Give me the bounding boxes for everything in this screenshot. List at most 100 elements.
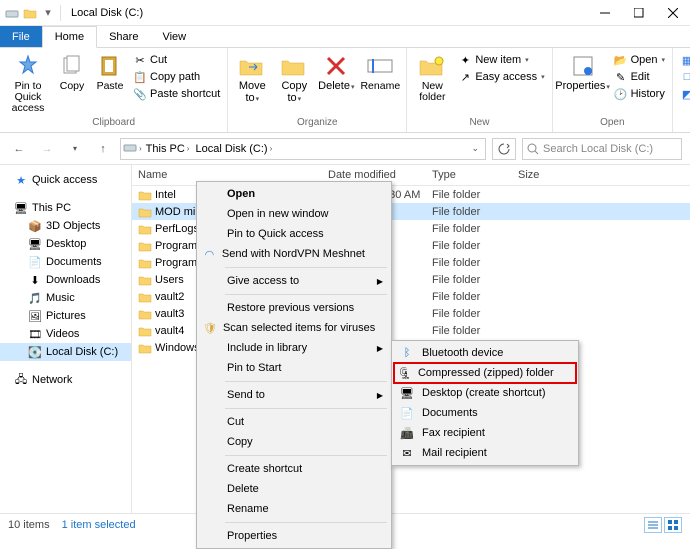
drive-icon xyxy=(4,5,20,21)
fax-icon: 📠 xyxy=(398,425,416,441)
col-size[interactable]: Size xyxy=(518,169,578,181)
pc-icon: 🖥 xyxy=(14,201,28,215)
file-type: File folder xyxy=(432,240,518,252)
tab-home[interactable]: Home xyxy=(42,26,97,48)
nav-item-label: Music xyxy=(46,292,75,304)
file-type: File folder xyxy=(432,257,518,269)
nav-item-label: Desktop xyxy=(46,238,86,250)
pin-quick-access-button[interactable]: Pin to Quick access xyxy=(4,50,52,114)
status-item-count: 10 items xyxy=(8,519,50,531)
select-none-icon: □ xyxy=(680,70,690,84)
paste-button[interactable]: Paste xyxy=(92,50,128,92)
edit-button[interactable]: ✎Edit xyxy=(611,69,668,85)
nav-item-label: Videos xyxy=(46,328,79,340)
col-name[interactable]: Name xyxy=(138,169,328,181)
sendto-documents[interactable]: 📄Documents xyxy=(394,403,576,423)
nordvpn-icon: ◠ xyxy=(203,246,216,262)
invert-selection-button[interactable]: ◩Invert selection xyxy=(677,86,690,102)
col-type[interactable]: Type xyxy=(432,169,518,181)
open-button[interactable]: 📂Open▾ xyxy=(611,52,668,68)
sendto-compressed-zip[interactable]: 🗜Compressed (zipped) folder xyxy=(394,363,576,383)
ctx-delete[interactable]: Delete xyxy=(199,479,389,499)
scissors-icon: ✂ xyxy=(133,53,147,67)
search-box[interactable]: Search Local Disk (C:) xyxy=(522,138,682,160)
back-button[interactable]: ← xyxy=(8,138,30,160)
sendto-mail[interactable]: ✉Mail recipient xyxy=(394,443,576,463)
paste-shortcut-button[interactable]: 📎Paste shortcut xyxy=(130,86,223,102)
breadcrumb-current[interactable]: Local Disk (C:)› xyxy=(193,143,274,155)
tab-file[interactable]: File xyxy=(0,26,42,47)
view-large-icons-button[interactable] xyxy=(664,517,682,533)
minimize-button[interactable] xyxy=(588,0,622,26)
ctx-properties[interactable]: Properties xyxy=(199,526,389,546)
address-dropdown-icon[interactable]: ⌄ xyxy=(471,143,483,154)
tab-view[interactable]: View xyxy=(150,26,198,47)
nav-network[interactable]: 🖧Network xyxy=(0,371,131,389)
ctx-nordvpn[interactable]: ◠Send with NordVPN Meshnet xyxy=(199,244,389,264)
ctx-restore-versions[interactable]: Restore previous versions xyxy=(199,298,389,318)
ctx-open[interactable]: Open xyxy=(199,184,389,204)
address-bar[interactable]: › This PC› Local Disk (C:)› ⌄ xyxy=(120,138,486,160)
col-date[interactable]: Date modified xyxy=(328,169,432,181)
forward-button[interactable]: → xyxy=(36,138,58,160)
nav-item[interactable]: 📦3D Objects xyxy=(0,217,131,235)
group-new: New folder ✦New item▾ ↗Easy access▾ New xyxy=(407,48,552,132)
ctx-pin-quick-access[interactable]: Pin to Quick access xyxy=(199,224,389,244)
select-all-button[interactable]: ▦Select all xyxy=(677,52,690,68)
sendto-fax[interactable]: 📠Fax recipient xyxy=(394,423,576,443)
nav-item-label: Local Disk (C:) xyxy=(46,346,118,358)
move-to-button[interactable]: Move to▾ xyxy=(232,50,272,104)
ctx-include-library[interactable]: Include in library▶ xyxy=(199,338,389,358)
ctx-scan-viruses[interactable]: 🛡Scan selected items for viruses xyxy=(199,318,389,338)
sendto-desktop-shortcut[interactable]: 🖥Desktop (create shortcut) xyxy=(394,383,576,403)
up-button[interactable]: ↑ xyxy=(92,138,114,160)
ctx-pin-start[interactable]: Pin to Start xyxy=(199,358,389,378)
view-details-button[interactable] xyxy=(644,517,662,533)
nav-item[interactable]: 🖥Desktop xyxy=(0,235,131,253)
ctx-copy[interactable]: Copy xyxy=(199,432,389,452)
nav-item[interactable]: 💽Local Disk (C:) xyxy=(0,343,131,361)
ctx-send-to[interactable]: Send to▶ xyxy=(199,385,389,405)
ctx-open-new-window[interactable]: Open in new window xyxy=(199,204,389,224)
documents-icon: 📄 xyxy=(398,405,416,421)
invert-icon: ◩ xyxy=(680,87,690,101)
nav-quick-access[interactable]: ★Quick access xyxy=(0,171,131,189)
history-button[interactable]: 🕑History xyxy=(611,86,668,102)
group-open: Properties▾ 📂Open▾ ✎Edit 🕑History Open xyxy=(553,48,673,132)
nav-item-icon: 📄 xyxy=(28,255,42,269)
ctx-give-access[interactable]: Give access to▶ xyxy=(199,271,389,291)
recent-locations-button[interactable]: ▾ xyxy=(64,138,86,160)
nav-item[interactable]: 🎞 Videos xyxy=(0,325,131,343)
nav-this-pc[interactable]: 🖥This PC xyxy=(0,199,131,217)
cut-button[interactable]: ✂Cut xyxy=(130,52,223,68)
nav-item[interactable]: 🖼Pictures xyxy=(0,307,131,325)
maximize-button[interactable] xyxy=(622,0,656,26)
nav-item-icon: 🎞 xyxy=(28,327,42,341)
refresh-button[interactable] xyxy=(492,138,516,160)
ctx-create-shortcut[interactable]: Create shortcut xyxy=(199,459,389,479)
select-none-button[interactable]: □Select none xyxy=(677,69,690,85)
file-name: Intel xyxy=(155,189,176,201)
properties-button[interactable]: Properties▾ xyxy=(557,50,609,93)
qat-dropdown-icon[interactable]: ▾ xyxy=(40,5,56,21)
copy-path-button[interactable]: 📋Copy path xyxy=(130,69,223,85)
breadcrumb-root[interactable]: This PC› xyxy=(144,143,192,155)
nav-item-label: Documents xyxy=(46,256,102,268)
delete-button[interactable]: Delete▾ xyxy=(316,50,356,93)
nav-item[interactable]: 🎵Music xyxy=(0,289,131,307)
address-bar-row: ← → ▾ ↑ › This PC› Local Disk (C:)› ⌄ Se… xyxy=(0,133,690,165)
new-folder-button[interactable]: New folder xyxy=(411,50,453,103)
nav-item[interactable]: 📄 Documents xyxy=(0,253,131,271)
sendto-bluetooth[interactable]: ᛒBluetooth device xyxy=(394,343,576,363)
copy-button[interactable]: Copy xyxy=(54,50,90,92)
tab-share[interactable]: Share xyxy=(97,26,150,47)
close-button[interactable] xyxy=(656,0,690,26)
nav-item-label: 3D Objects xyxy=(46,220,100,232)
copy-to-button[interactable]: Copy to▾ xyxy=(274,50,314,104)
ctx-rename[interactable]: Rename xyxy=(199,499,389,519)
nav-item[interactable]: ⬇Downloads xyxy=(0,271,131,289)
easy-access-button[interactable]: ↗Easy access▾ xyxy=(455,69,547,85)
new-item-button[interactable]: ✦New item▾ xyxy=(455,52,547,68)
ctx-cut[interactable]: Cut xyxy=(199,412,389,432)
rename-button[interactable]: Rename xyxy=(358,50,402,92)
